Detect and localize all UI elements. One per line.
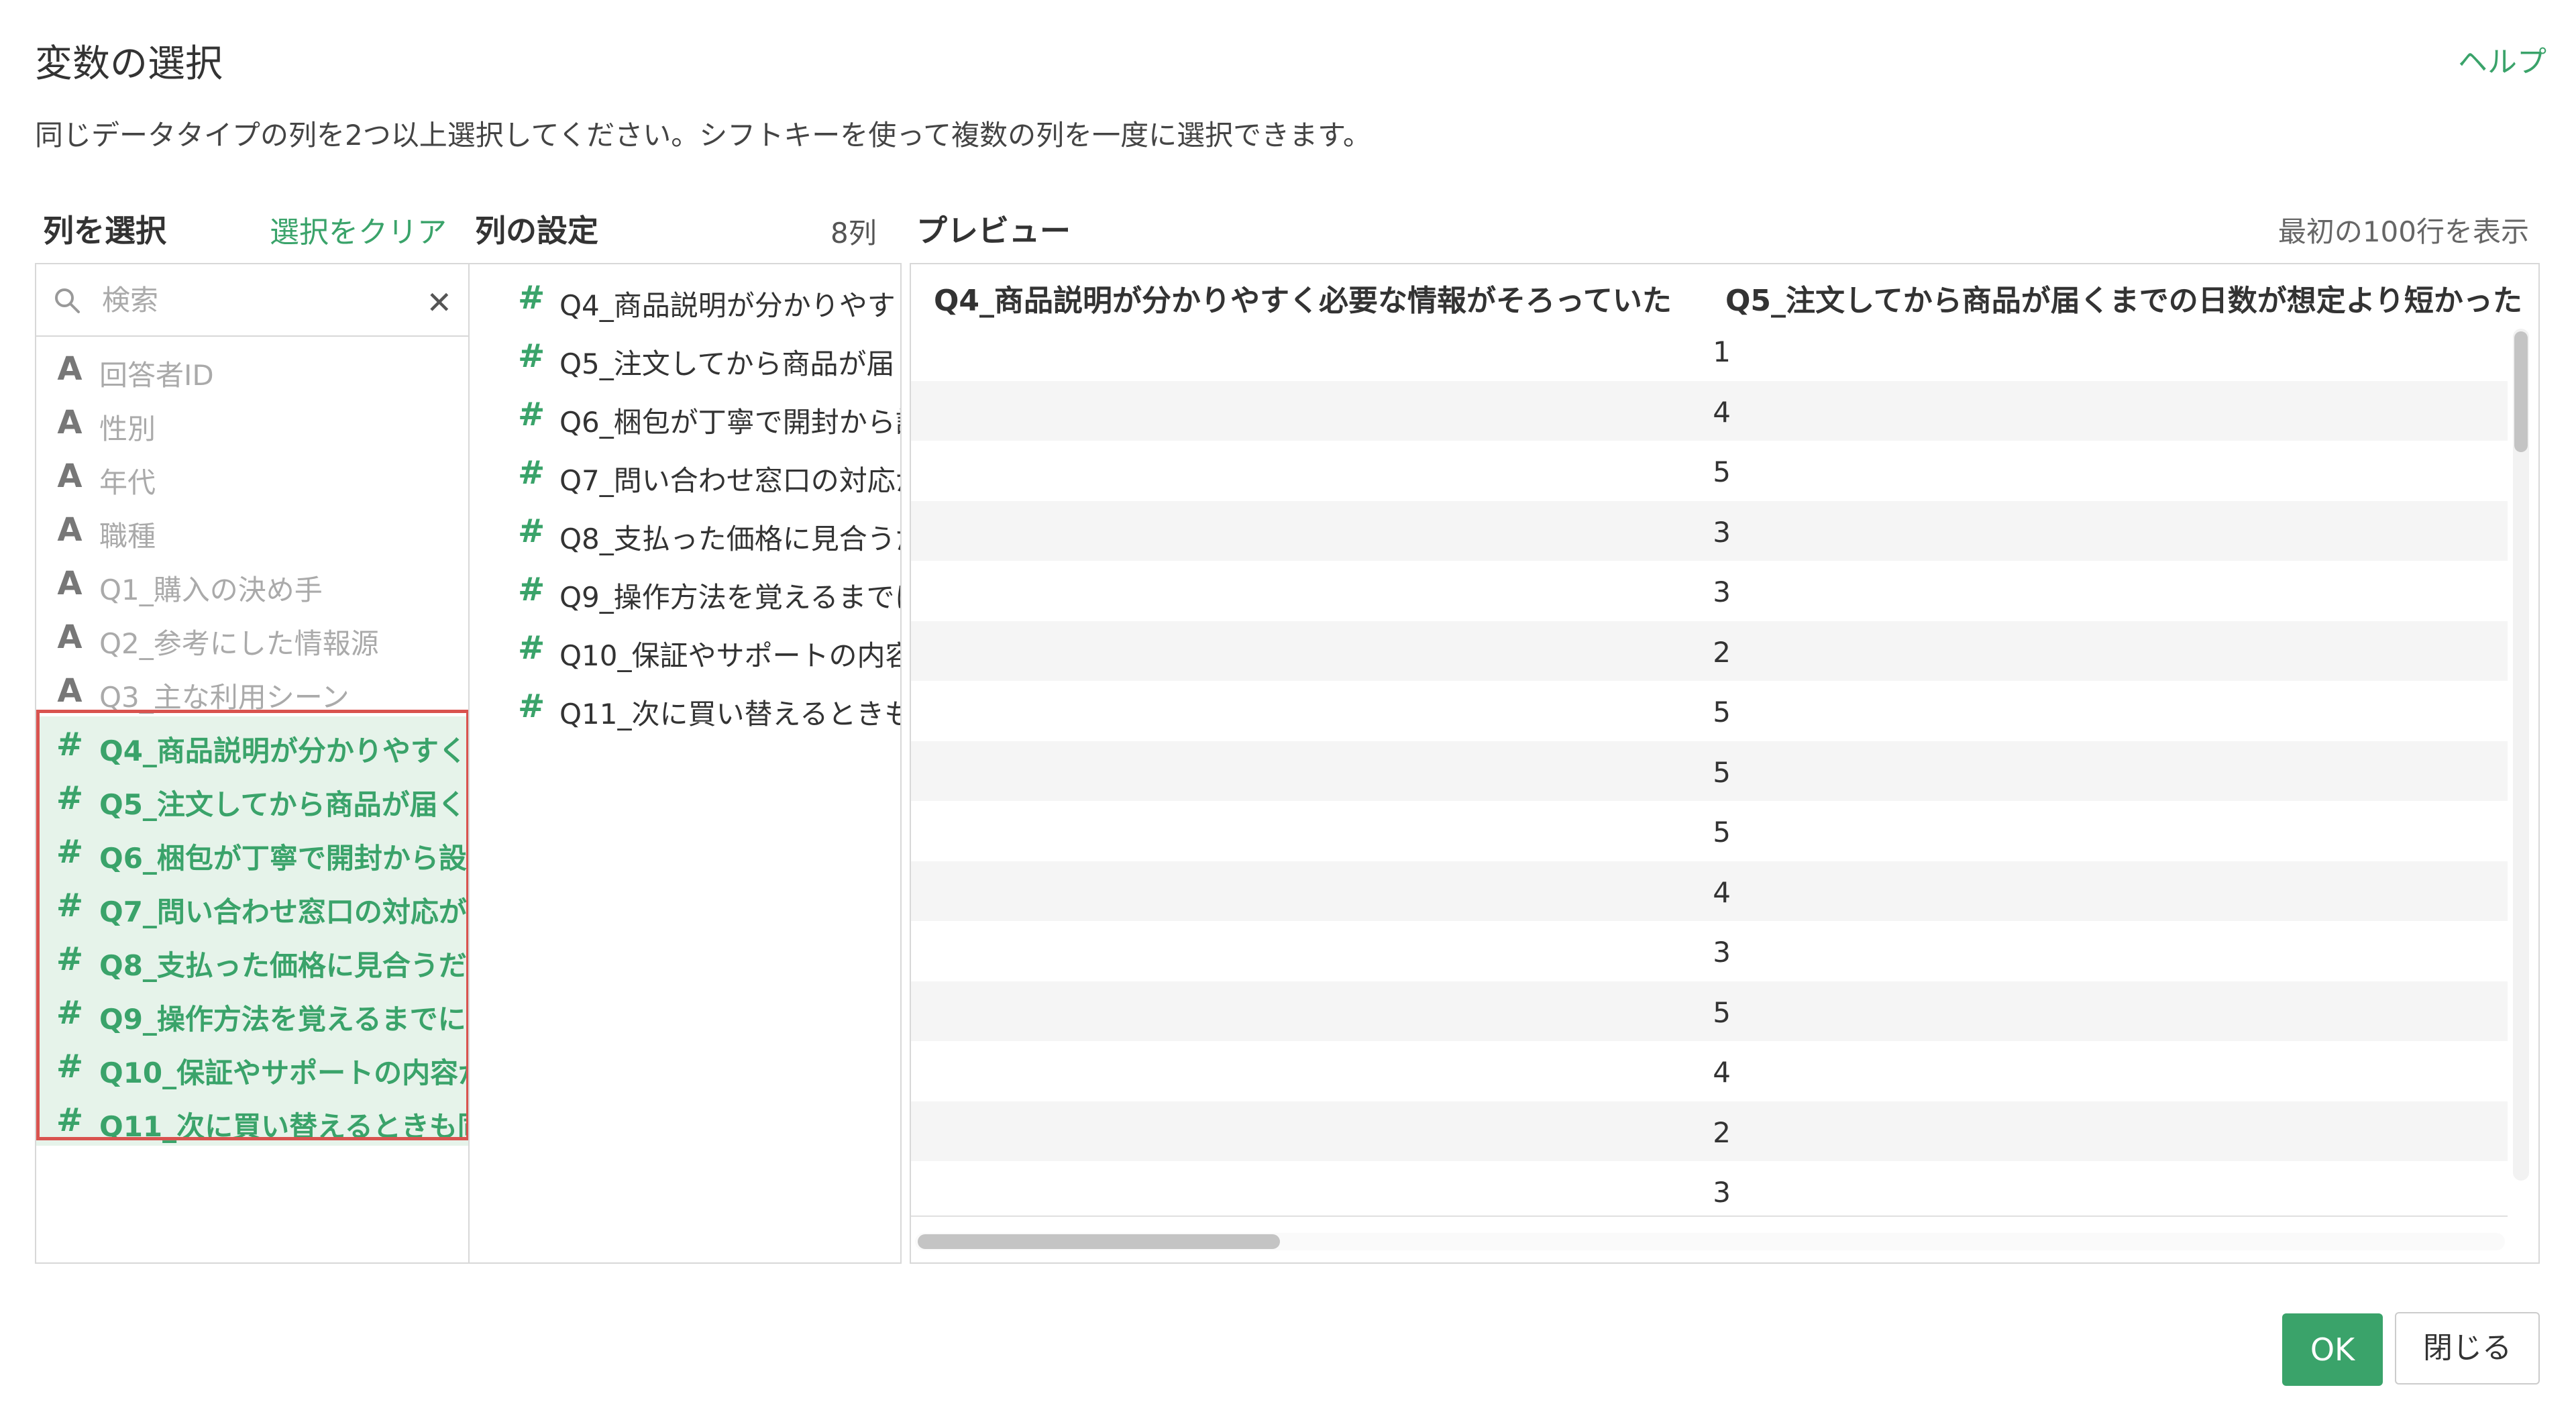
- column-list-item[interactable]: A Q3_主な利用シーン: [36, 663, 470, 716]
- column-list-item-label: Q2_参考にした情報源: [99, 627, 379, 660]
- vertical-scroll-thumb[interactable]: [2514, 331, 2528, 452]
- settings-list-item-label: Q4_商品説明が分かりやすく必要な情報がそろっていた: [559, 289, 900, 322]
- settings-list-item[interactable]: # Q7_問い合わせ窓口の対応が丁寧だった: [470, 445, 900, 502]
- table-cell: 5: [1713, 696, 1731, 728]
- dialog-title: 変数の選択: [35, 42, 223, 86]
- numeric-type-icon: #: [518, 279, 545, 317]
- numeric-type-icon: #: [518, 512, 545, 550]
- table-cell: 3: [1713, 576, 1731, 608]
- settings-list-item[interactable]: # Q6_梱包が丁寧で開封から設置までスムーズだった: [470, 386, 900, 444]
- numeric-type-icon: #: [518, 688, 545, 725]
- search-input[interactable]: [101, 279, 419, 321]
- column-list-item[interactable]: A 回答者ID: [36, 341, 470, 394]
- column-count: 8列: [830, 217, 877, 250]
- search-icon: [55, 288, 80, 313]
- vertical-scrollbar[interactable]: [2513, 329, 2529, 1181]
- settings-list-item-label: Q6_梱包が丁寧で開封から設置までスムーズだった: [559, 406, 900, 439]
- selection-highlight: [36, 710, 470, 1140]
- dialog-description: 同じデータタイプの列を2つ以上選択してください。シフトキーを使って複数の列を一度…: [35, 119, 1371, 152]
- table-cell: 5: [1713, 755, 1731, 789]
- table-cell: 5: [1713, 455, 1731, 488]
- text-type-icon: A: [57, 565, 83, 602]
- settings-list-item-label: Q7_問い合わせ窓口の対応が丁寧だった: [559, 464, 900, 497]
- settings-list-item[interactable]: # Q10_保証やサポートの内容が充実していた: [470, 620, 900, 677]
- settings-list-item[interactable]: # Q5_注文してから商品が届くまでの日数が想定より短かった: [470, 328, 902, 386]
- table-row: 3: [911, 561, 2508, 620]
- settings-list-item[interactable]: # Q9_操作方法を覚えるまでに時間がかからなかった: [470, 561, 900, 619]
- table-row: 4: [911, 1041, 2508, 1101]
- preview-column-header: Q4_商品説明が分かりやすく必要な情報がそろっていた: [934, 284, 1672, 318]
- column-list-item-label: 職種: [99, 520, 156, 553]
- table-cell: 5: [1713, 995, 1731, 1029]
- settings-list-item-label: Q10_保証やサポートの内容が充実していた: [559, 639, 900, 672]
- table-row: 5: [911, 741, 2508, 801]
- clear-selection-link[interactable]: 選択をクリア: [270, 208, 447, 251]
- preview-header: プレビュー: [916, 213, 1071, 249]
- table-cell: 4: [1713, 875, 1731, 909]
- column-list-item[interactable]: A 性別: [36, 394, 470, 448]
- table-row: 5: [911, 981, 2508, 1041]
- column-settings-panel: # Q4_商品説明が分かりやすく必要な情報がそろっていた # Q5_注文してから商品が…: [468, 263, 902, 1264]
- column-list-item-label: 回答者ID: [99, 359, 214, 392]
- numeric-type-icon: #: [518, 629, 545, 667]
- preview-panel: Q4_商品説明が分かりやすく必要な情報がそろっていた Q5_注文してから商品が届…: [910, 263, 2540, 1264]
- column-select-header: 列を選択: [43, 213, 166, 249]
- text-type-icon: A: [57, 672, 83, 710]
- table-row: 5: [911, 681, 2508, 741]
- ok-button[interactable]: OK: [2282, 1313, 2383, 1386]
- column-list-item-label: 年代: [99, 466, 156, 499]
- settings-list-item-label: Q11_次に買い替えるときも同じメーカーを選びたい: [559, 698, 900, 730]
- table-row: 5: [911, 441, 2508, 500]
- settings-list-item[interactable]: # Q4_商品説明が分かりやすく必要な情報がそろっていた: [470, 270, 900, 327]
- table-row: 4: [911, 380, 2508, 441]
- help-link[interactable]: ヘルプ: [2458, 38, 2546, 80]
- table-row: 2: [911, 1101, 2508, 1161]
- close-button[interactable]: 閉じる: [2395, 1312, 2540, 1385]
- text-type-icon: A: [57, 511, 83, 549]
- column-list-item[interactable]: A 職種: [36, 502, 470, 555]
- text-type-icon: A: [57, 457, 83, 495]
- settings-list-item-label: Q9_操作方法を覚えるまでに時間がかからなかった: [559, 581, 900, 614]
- table-row: 3: [911, 500, 2508, 561]
- clear-search-icon[interactable]: ✕: [426, 284, 452, 321]
- table-cell: 3: [1713, 515, 1731, 549]
- horizontal-scroll-thumb[interactable]: [918, 1234, 1280, 1249]
- numeric-type-icon: #: [518, 396, 545, 433]
- table-cell: 2: [1713, 635, 1731, 669]
- table-cell: 2: [1713, 1116, 1731, 1149]
- preview-rows-note: 最初の100行を表示: [2277, 215, 2529, 248]
- text-type-icon: A: [57, 618, 83, 656]
- table-cell: 5: [1713, 816, 1731, 849]
- table-row: 5: [911, 801, 2508, 861]
- preview-table-header: Q4_商品説明が分かりやすく必要な情報がそろっていた Q5_注文してから商品が届…: [911, 264, 2538, 321]
- column-list-item[interactable]: A 年代: [36, 448, 470, 502]
- settings-list-item-label: Q8_支払った価格に見合うだけの価値があった: [559, 523, 900, 555]
- table-row: 3: [911, 1161, 2508, 1221]
- preview-column-header: Q5_注文してから商品が届くまでの日数が想定より短かった: [1725, 284, 2522, 318]
- table-row: 1: [911, 321, 2508, 380]
- column-settings-header: 列の設定: [475, 213, 598, 249]
- search-box: ✕: [36, 264, 470, 337]
- table-row: 4: [911, 861, 2508, 921]
- text-type-icon: A: [57, 404, 83, 441]
- table-row: 2: [911, 620, 2508, 681]
- settings-list-item[interactable]: # Q11_次に買い替えるときも同じメーカーを選びたい: [470, 678, 900, 736]
- table-cell: 3: [1713, 1176, 1731, 1209]
- numeric-type-icon: #: [518, 454, 545, 492]
- text-type-icon: A: [57, 350, 83, 388]
- column-list-item[interactable]: A Q1_購入の決め手: [36, 555, 470, 609]
- settings-list-item[interactable]: # Q8_支払った価格に見合うだけの価値があった: [470, 503, 900, 561]
- column-list-item-label: Q1_購入の決め手: [99, 574, 323, 606]
- table-cell: 4: [1713, 1056, 1731, 1089]
- numeric-type-icon: #: [518, 337, 545, 375]
- column-list-item[interactable]: A Q2_参考にした情報源: [36, 609, 470, 663]
- settings-list-item-label: Q5_注文してから商品が届くまでの日数が想定より短かった: [559, 347, 902, 380]
- table-row: 3: [911, 921, 2508, 981]
- table-cell: 4: [1713, 395, 1731, 429]
- numeric-type-icon: #: [518, 571, 545, 608]
- table-cell: 1: [1713, 335, 1731, 368]
- horizontal-scrollbar[interactable]: [915, 1233, 2505, 1250]
- column-list-item-label: 性別: [99, 413, 156, 445]
- table-cell: 3: [1713, 936, 1731, 969]
